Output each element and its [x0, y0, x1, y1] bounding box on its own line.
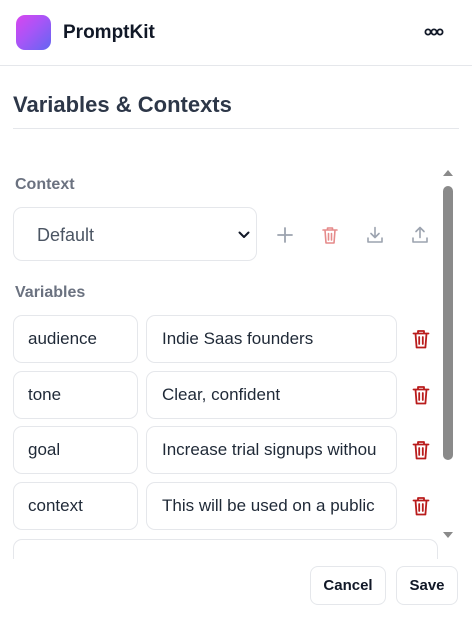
variable-row: context This will be used on a public [0, 482, 440, 530]
scroll-down-arrow-icon[interactable] [442, 528, 454, 542]
variable-row: audience Indie Saas founders [0, 315, 440, 363]
app-header: PromptKit [0, 0, 472, 66]
plus-icon [277, 227, 293, 243]
scroll-up-arrow-icon[interactable] [442, 166, 454, 180]
variable-value-input[interactable]: Indie Saas founders [146, 315, 397, 363]
app-name: PromptKit [63, 22, 155, 43]
save-button[interactable]: Save [396, 566, 458, 605]
delete-variable-button[interactable] [410, 495, 432, 517]
delete-variable-button[interactable] [410, 328, 432, 350]
add-context-button[interactable] [275, 225, 295, 245]
context-select-value: Default [37, 225, 95, 245]
add-variable-row[interactable] [13, 539, 438, 559]
variable-name-input[interactable]: audience [13, 315, 138, 363]
variable-row: tone Clear, confident [0, 371, 440, 419]
variable-name-input[interactable]: tone [13, 371, 138, 419]
cancel-button[interactable]: Cancel [310, 566, 386, 605]
trash-icon [412, 497, 430, 516]
delete-context-button[interactable] [320, 225, 340, 245]
trash-icon [412, 441, 430, 460]
scrollbar-thumb[interactable] [443, 186, 453, 460]
upload-icon [412, 226, 428, 243]
variable-value-input[interactable]: Increase trial signups withou [146, 426, 397, 474]
trash-icon [412, 330, 430, 349]
trash-icon [322, 227, 338, 244]
download-context-button[interactable] [365, 225, 385, 245]
variable-row: goal Increase trial signups withou [0, 426, 440, 474]
delete-variable-button[interactable] [410, 439, 432, 461]
variable-name-input[interactable]: goal [13, 426, 138, 474]
variable-value-input[interactable]: Clear, confident [146, 371, 397, 419]
page-title: Variables & Contexts [13, 92, 232, 117]
variables-label: Variables [15, 284, 86, 301]
app-logo [16, 15, 51, 50]
scrollbar[interactable] [440, 166, 456, 542]
upload-context-button[interactable] [410, 225, 430, 245]
more-options-button[interactable] [418, 20, 450, 44]
variable-value-input[interactable]: This will be used on a public [146, 482, 397, 530]
trash-icon [412, 386, 430, 405]
chevron-down-icon [238, 231, 250, 238]
more-horizontal-icon [424, 28, 444, 36]
delete-variable-button[interactable] [410, 384, 432, 406]
download-icon [367, 226, 383, 243]
context-select[interactable]: Default [13, 207, 257, 261]
variable-name-input[interactable]: context [13, 482, 138, 530]
title-divider [13, 128, 459, 129]
context-label: Context [15, 176, 75, 193]
